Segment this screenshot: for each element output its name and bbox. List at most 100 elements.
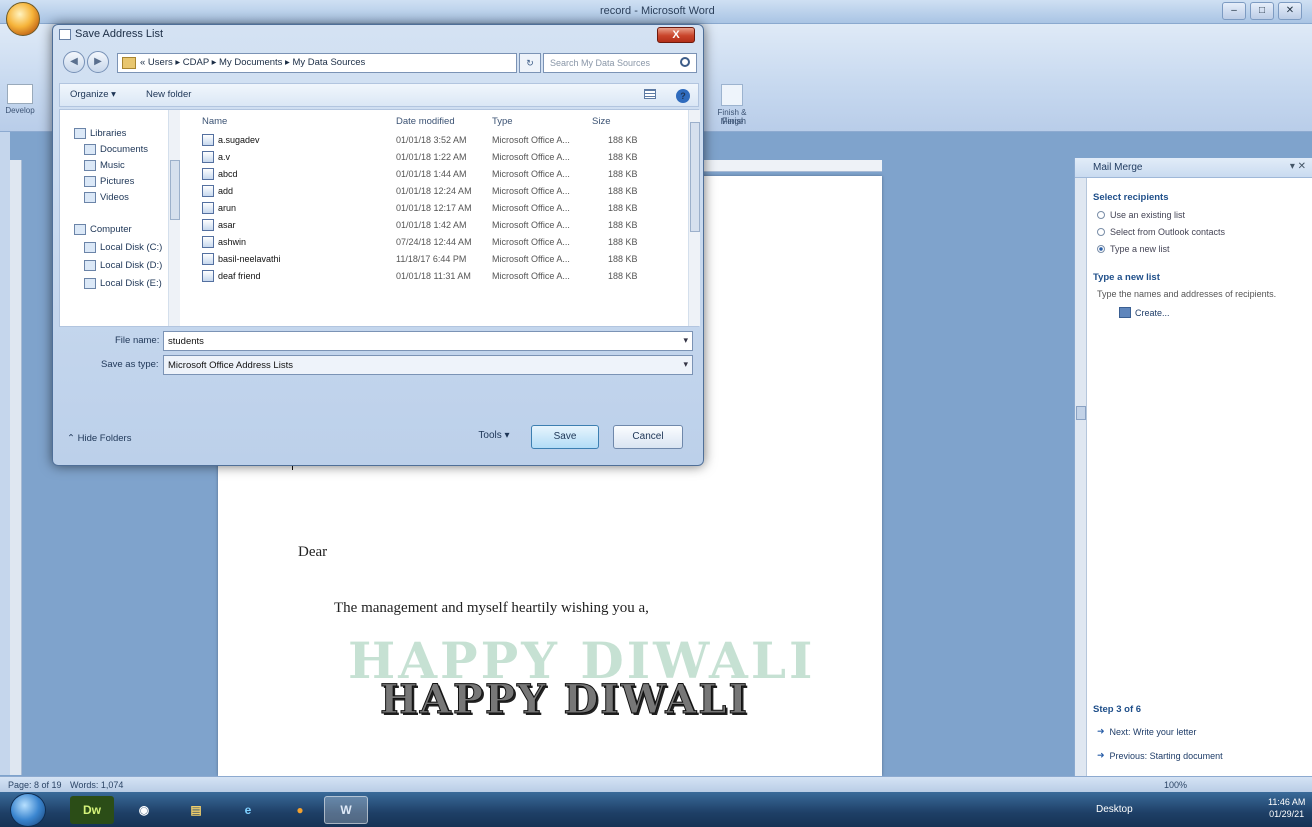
file-name: a.sugadev xyxy=(218,135,260,145)
videos-icon xyxy=(84,192,96,203)
radio-type-new-list[interactable]: Type a new list xyxy=(1097,244,1305,254)
organize-button[interactable]: Organize ▾ xyxy=(70,89,116,100)
chrome-taskbar-icon[interactable]: ● xyxy=(278,796,322,824)
nav-documents[interactable]: Documents xyxy=(84,144,148,155)
previous-step-label: Previous: Starting document xyxy=(1109,750,1223,761)
file-name: ashwin xyxy=(218,237,247,247)
dialog-close-button[interactable]: X xyxy=(657,27,695,43)
address-list-file-icon xyxy=(202,236,214,248)
col-date-modified[interactable]: Date modified xyxy=(396,116,455,127)
file-row[interactable]: deaf friend 01/01/18 11:31 AM Microsoft Of… xyxy=(184,268,684,285)
cancel-button[interactable]: Cancel xyxy=(613,425,683,449)
chevron-down-icon[interactable]: ▾ xyxy=(683,359,688,370)
nav-pictures[interactable]: Pictures xyxy=(84,176,134,187)
file-name-input[interactable]: students ▾ xyxy=(163,331,693,351)
mail-merge-close-icon[interactable]: ▾ ✕ xyxy=(1290,161,1306,172)
nav-music[interactable]: Music xyxy=(84,160,125,171)
word-taskbar-icon[interactable]: W xyxy=(324,796,368,824)
new-folder-button[interactable]: New folder xyxy=(146,89,191,100)
nav-local-disk-e[interactable]: Local Disk (E:) xyxy=(84,278,162,289)
views-icon[interactable] xyxy=(644,89,656,99)
address-list-file-icon xyxy=(202,202,214,214)
address-bar[interactable]: « Users ▸ CDAP ▸ My Documents ▸ My Data … xyxy=(117,53,517,73)
address-list-file-icon xyxy=(202,253,214,265)
chevron-down-icon[interactable]: ▾ xyxy=(683,335,688,346)
file-name: deaf friend xyxy=(218,271,261,281)
mail-merge-scroll-thumb[interactable] xyxy=(1076,406,1086,420)
file-row[interactable]: abcd 01/01/18 1:44 AM Microsoft Office A..… xyxy=(184,166,684,183)
nav-local-disk-d[interactable]: Local Disk (D:) xyxy=(84,260,162,271)
radio-existing-list[interactable]: Use an existing list xyxy=(1097,210,1305,220)
file-row[interactable]: a.v 01/01/18 1:22 AM Microsoft Office A...… xyxy=(184,149,684,166)
file-date: 07/24/18 12:44 AM xyxy=(396,237,472,247)
hide-folders-button[interactable]: ⌃ Hide Folders xyxy=(67,433,131,444)
clock-date: 01/29/21 xyxy=(1269,809,1305,819)
col-name[interactable]: Name xyxy=(202,116,227,127)
word-count[interactable]: Words: 1,074 xyxy=(70,780,123,790)
dreamweaver-taskbar-icon[interactable]: Dw xyxy=(70,796,114,824)
help-icon[interactable]: ? xyxy=(676,89,690,103)
ie-taskbar-icon[interactable]: e xyxy=(226,796,270,824)
radio-label: Type a new list xyxy=(1110,244,1170,254)
media-player-taskbar-icon[interactable]: ◉ xyxy=(122,796,166,824)
nav-computer[interactable]: Computer xyxy=(74,224,132,235)
search-input[interactable]: Search My Data Sources xyxy=(543,53,697,73)
page-count[interactable]: Page: 8 of 19 xyxy=(8,780,62,790)
file-type: Microsoft Office A... xyxy=(492,152,570,162)
nav-libraries[interactable]: Libraries xyxy=(74,128,126,139)
explorer-taskbar-icon[interactable]: ▤ xyxy=(174,796,218,824)
wordart-happy-diwali[interactable]: HAPPY DIWALI xyxy=(379,676,749,724)
disk-icon xyxy=(84,278,96,289)
tools-button[interactable]: Tools ▾ xyxy=(465,425,523,449)
start-button[interactable] xyxy=(10,793,46,827)
nav-scroll-thumb[interactable] xyxy=(170,160,180,220)
breadcrumb: « Users ▸ CDAP ▸ My Documents ▸ My Data … xyxy=(140,57,366,68)
type-new-list-desc: Type the names and addresses of recipien… xyxy=(1097,289,1277,299)
next-step-link[interactable]: ➜ Next: Write your letter xyxy=(1097,726,1196,737)
zoom-level[interactable]: 100% xyxy=(1164,780,1187,790)
nav-label: Local Disk (E:) xyxy=(100,278,162,289)
nav-scrollbar[interactable] xyxy=(168,110,180,326)
hide-folders-label: Hide Folders xyxy=(77,433,132,444)
col-type[interactable]: Type xyxy=(492,116,513,127)
clock[interactable]: 11:46 AM 01/29/21 xyxy=(1268,796,1305,820)
file-name: asar xyxy=(218,220,236,230)
search-icon xyxy=(680,57,690,67)
save-button[interactable]: Save xyxy=(531,425,599,449)
file-row[interactable]: a.sugadev 01/01/18 3:52 AM Microsoft Offic… xyxy=(184,132,684,149)
file-row[interactable]: asar 01/01/18 1:42 AM Microsoft Office A..… xyxy=(184,217,684,234)
file-row[interactable]: add 01/01/18 12:24 AM Microsoft Office A..… xyxy=(184,183,684,200)
computer-icon xyxy=(74,224,86,235)
file-type: Microsoft Office A... xyxy=(492,220,570,230)
nav-local-disk-c[interactable]: Local Disk (C:) xyxy=(84,242,162,253)
nav-videos[interactable]: Videos xyxy=(84,192,129,203)
developer-button[interactable]: Develop xyxy=(0,84,40,134)
create-link[interactable]: Create... xyxy=(1119,307,1305,318)
save-type-select[interactable]: Microsoft Office Address Lists ▾ xyxy=(163,355,693,375)
radio-outlook-contacts[interactable]: Select from Outlook contacts xyxy=(1097,227,1305,237)
address-list-file-icon xyxy=(202,270,214,282)
close-window-button[interactable]: ✕ xyxy=(1278,2,1302,20)
refresh-button[interactable]: ↻ xyxy=(519,53,541,73)
maximize-button[interactable]: □ xyxy=(1250,2,1274,20)
file-list-scrollbar[interactable] xyxy=(688,110,700,326)
tools-label: Tools xyxy=(478,430,502,441)
back-button[interactable]: ◀ xyxy=(63,51,85,73)
file-row[interactable]: basil-neelavathi 11/18/17 6:44 PM Microsof… xyxy=(184,251,684,268)
file-name: arun xyxy=(218,203,237,213)
mail-merge-scrollbar[interactable] xyxy=(1075,178,1087,776)
forward-button[interactable]: ▶ xyxy=(87,51,109,73)
desktop-toolbar[interactable]: Desktop xyxy=(1096,804,1133,815)
nav-label: Music xyxy=(100,160,125,171)
horizontal-ruler xyxy=(700,160,882,172)
col-size[interactable]: Size xyxy=(592,116,610,127)
file-size: 188 KB xyxy=(608,220,638,230)
previous-step-link[interactable]: ➜ Previous: Starting document xyxy=(1097,750,1223,761)
minimize-button[interactable]: – xyxy=(1222,2,1246,20)
office-button[interactable] xyxy=(6,2,40,36)
clock-time: 11:46 AM xyxy=(1268,797,1306,807)
file-row[interactable]: arun 01/01/18 12:17 AM Microsoft Office A.… xyxy=(184,200,684,217)
file-row[interactable]: ashwin 07/24/18 12:44 AM Microsoft Office … xyxy=(184,234,684,251)
next-step-label: Next: Write your letter xyxy=(1109,726,1197,737)
file-list-scroll-thumb[interactable] xyxy=(690,122,700,232)
